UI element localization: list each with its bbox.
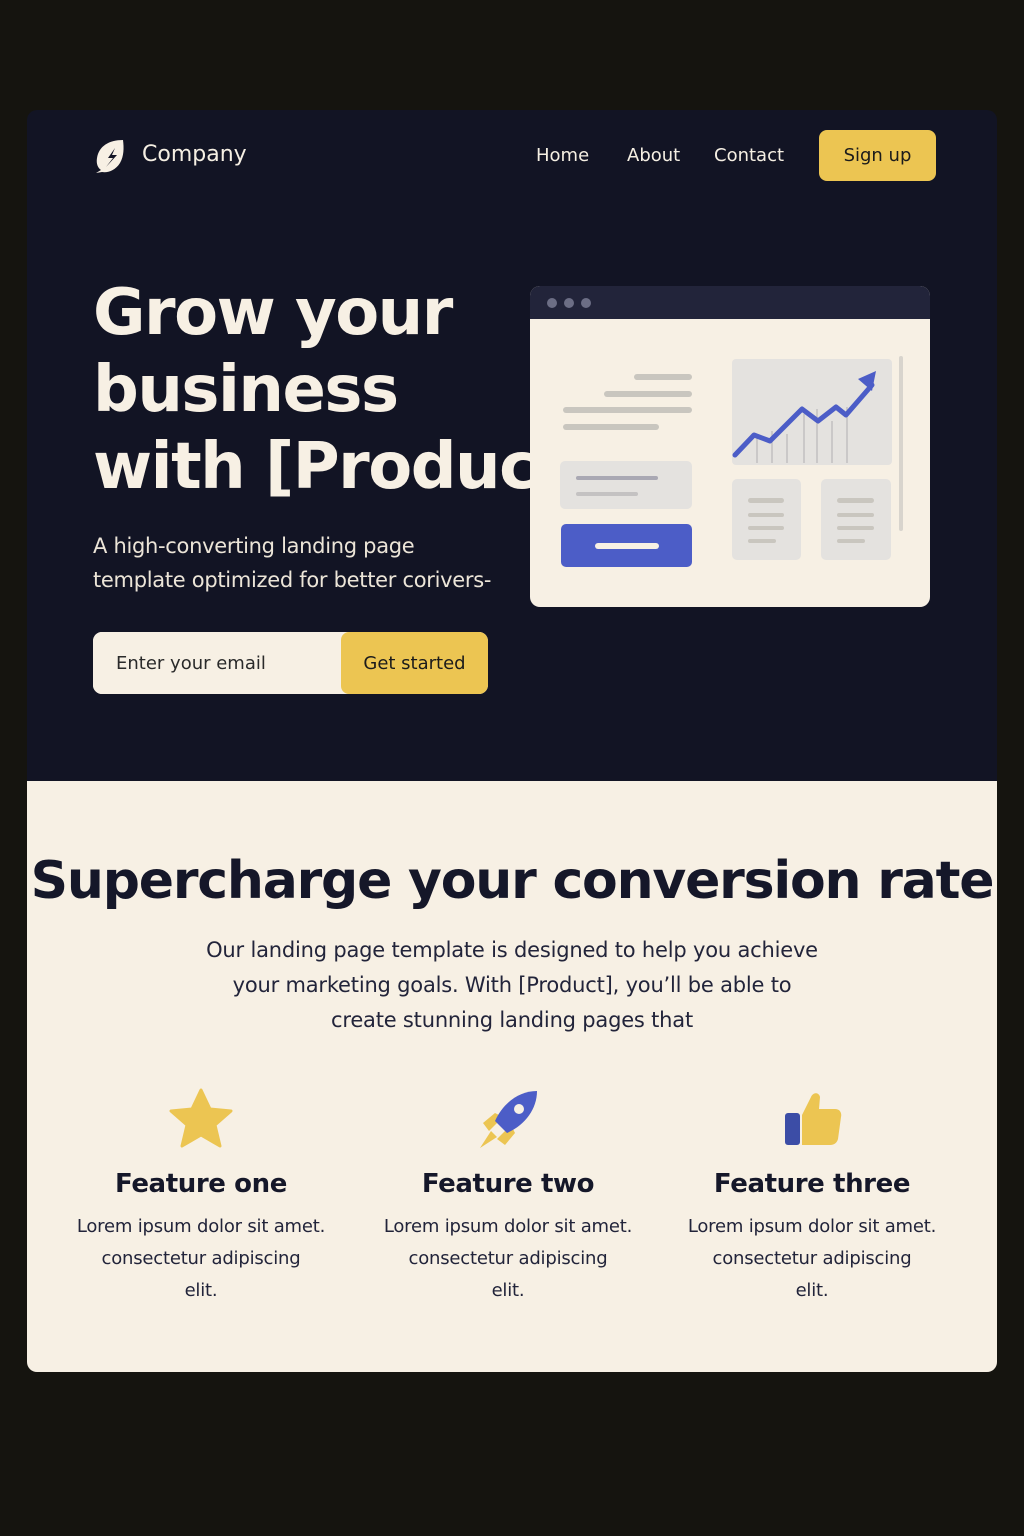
feature-description-line: Lorem ipsum dolor sit amet. — [383, 1216, 633, 1237]
placeholder-line — [563, 407, 692, 413]
feature-description-line: elit. — [184, 1280, 218, 1301]
feature-description: Lorem ipsum dolor sit amet. consectetur … — [56, 1211, 346, 1307]
placeholder-line — [748, 526, 784, 530]
section-description-line: Our landing page template is designed to… — [206, 938, 818, 962]
window-dot — [581, 298, 591, 308]
placeholder-line — [576, 476, 658, 480]
nav-link-contact[interactable]: Contact — [714, 145, 784, 166]
get-started-button[interactable]: Get started — [341, 632, 488, 694]
leaf-logo-icon — [96, 140, 124, 173]
feature-description-line: Lorem ipsum dolor sit amet. — [687, 1216, 937, 1237]
hero-title-line: with [Product] — [93, 430, 594, 504]
feature-description-line: consectetur adipiscing — [101, 1248, 301, 1269]
placeholder-line — [634, 374, 692, 380]
hero-subtitle: A high-converting landing page template … — [93, 529, 523, 597]
section-description-line: create stunning landing pages that — [331, 1008, 693, 1032]
trend-arrow-icon — [732, 371, 876, 463]
feature-title: Feature two — [421, 1169, 595, 1199]
feature-description-line: consectetur adipiscing — [712, 1248, 912, 1269]
section-description: Our landing page template is designed to… — [162, 933, 862, 1038]
placeholder-line — [837, 539, 865, 543]
window-dot — [547, 298, 557, 308]
feature-description-line: consectetur adipiscing — [408, 1248, 608, 1269]
placeholder-line — [837, 498, 874, 503]
placeholder-card — [560, 461, 692, 509]
feature-title: Feature three — [713, 1169, 911, 1199]
placeholder-card — [732, 479, 801, 560]
feature-description-line: elit. — [795, 1280, 829, 1301]
growth-chart-illustration — [732, 359, 892, 465]
feature-card-three: Feature three Lorem ipsum dolor sit amet… — [667, 1087, 957, 1307]
placeholder-line — [837, 526, 874, 530]
features-section: Supercharge your conversion rate Our lan… — [27, 781, 997, 1372]
rocket-icon — [480, 1091, 537, 1148]
placeholder-line — [837, 513, 874, 517]
window-dot — [564, 298, 574, 308]
feature-description: Lorem ipsum dolor sit amet. consectetur … — [363, 1211, 653, 1307]
hero-subtitle-line: template optimized for better corivers- — [93, 568, 492, 592]
nav-link-home[interactable]: Home — [536, 145, 589, 166]
brand-name: Company — [142, 142, 247, 167]
section-description-line: your marketing goals. With [Product], yo… — [232, 973, 792, 997]
landing-page: Company Home About Contact Sign up Grow … — [27, 110, 997, 1372]
feature-card-one: Feature one Lorem ipsum dolor sit amet. … — [56, 1087, 346, 1307]
section-title: Supercharge your conversion rate — [30, 851, 995, 911]
dashboard-mockup-illustration — [530, 286, 930, 607]
placeholder-line — [748, 539, 776, 543]
placeholder-line — [604, 391, 692, 397]
nav-link-about[interactable]: About — [627, 145, 680, 166]
sign-up-button[interactable]: Sign up — [819, 130, 936, 181]
browser-window-bar — [530, 286, 930, 319]
placeholder-button — [561, 524, 692, 567]
hero-title-line: Grow your — [93, 276, 453, 350]
placeholder-line — [748, 498, 784, 503]
feature-description-line: elit. — [491, 1280, 525, 1301]
placeholder-card — [821, 479, 891, 560]
placeholder-line — [748, 513, 784, 517]
scrollbar — [899, 356, 903, 531]
hero-title: Grow your business with [Product] — [93, 275, 594, 506]
hero-title-line: business — [93, 353, 399, 427]
email-signup-form: Get started — [93, 632, 488, 694]
hero-subtitle-line: A high-converting landing page — [93, 534, 415, 558]
star-icon — [169, 1088, 233, 1148]
placeholder-line — [576, 492, 638, 496]
email-input[interactable] — [93, 632, 341, 694]
placeholder-button-label — [595, 543, 659, 549]
hero-section: Company Home About Contact Sign up Grow … — [27, 110, 997, 781]
feature-title: Feature one — [115, 1169, 287, 1199]
feature-card-two: Feature two Lorem ipsum dolor sit amet. … — [363, 1087, 653, 1307]
feature-description-line: Lorem ipsum dolor sit amet. — [76, 1216, 326, 1237]
feature-description: Lorem ipsum dolor sit amet. consectetur … — [667, 1211, 957, 1307]
placeholder-line — [563, 424, 659, 430]
thumbs-up-icon — [785, 1093, 842, 1145]
